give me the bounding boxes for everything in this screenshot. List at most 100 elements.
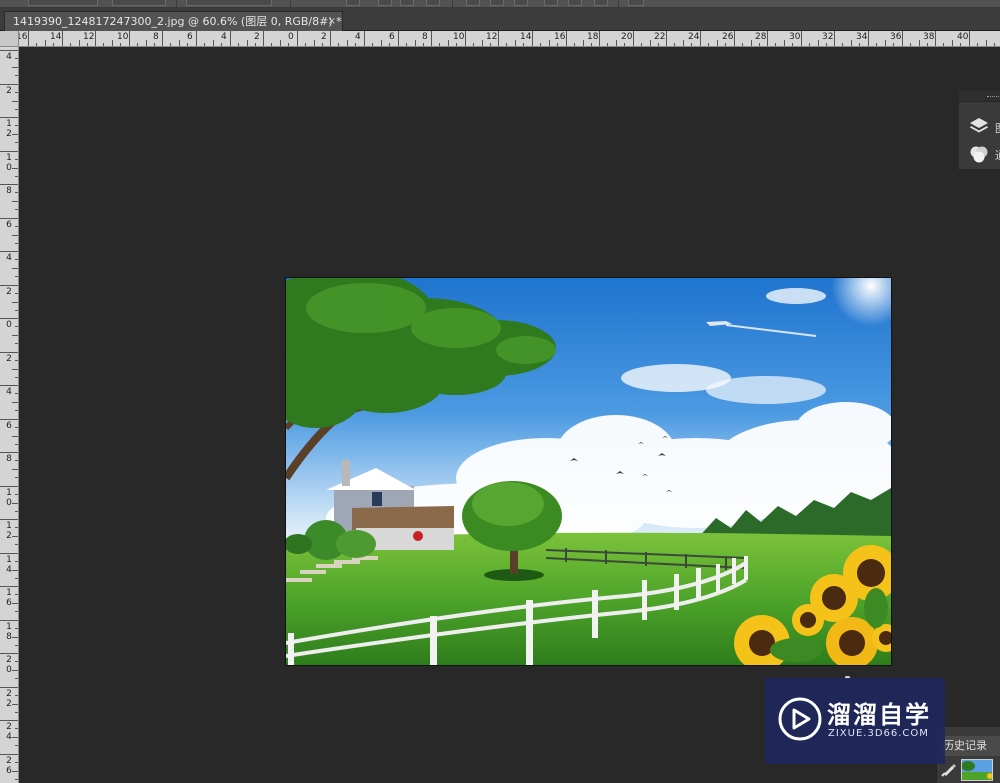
ruler-label: 0 bbox=[6, 320, 12, 330]
option-control[interactable] bbox=[28, 0, 98, 6]
ruler-minor-tick bbox=[674, 43, 675, 46]
ruler-minor-tick bbox=[15, 544, 18, 545]
ruler-minor-tick bbox=[624, 43, 625, 46]
ruler-minor-tick bbox=[775, 43, 776, 46]
distribute-button[interactable] bbox=[544, 0, 558, 6]
distribute-button[interactable] bbox=[568, 0, 582, 6]
ruler-minor-tick bbox=[977, 43, 978, 46]
ruler-minor-tick bbox=[255, 43, 256, 46]
ruler-tick bbox=[0, 285, 18, 286]
ruler-minor-tick bbox=[15, 259, 18, 260]
ruler-minor-tick bbox=[15, 645, 18, 646]
distribute-button[interactable] bbox=[466, 0, 480, 6]
distribute-button[interactable] bbox=[490, 0, 504, 6]
vertical-ruler[interactable]: 42121086420246810121416182022242628 bbox=[0, 47, 19, 783]
ruler-label: 1 bbox=[6, 521, 12, 531]
panel-grip[interactable] bbox=[959, 91, 1000, 102]
ruler-label: 4 bbox=[355, 32, 361, 42]
ruler-label: 30 bbox=[789, 32, 801, 42]
ruler-minor-tick bbox=[12, 168, 18, 169]
ruler-tick bbox=[398, 31, 399, 46]
distribute-button[interactable] bbox=[594, 0, 608, 6]
ruler-minor-tick bbox=[876, 43, 877, 46]
ruler-label: 4 bbox=[6, 253, 12, 263]
ruler-label: 2 bbox=[6, 756, 12, 766]
distribute-button[interactable] bbox=[514, 0, 528, 6]
ruler-label: 6 bbox=[6, 421, 12, 431]
ruler-label: 22 bbox=[654, 32, 666, 42]
document-tab[interactable]: 1419390_124817247300_2.jpg @ 60.6% (图层 0… bbox=[4, 11, 343, 31]
auto-align-button[interactable] bbox=[628, 0, 644, 6]
ruler-label: 2 bbox=[6, 722, 12, 732]
ruler-minor-tick bbox=[15, 176, 18, 177]
history-tab[interactable]: 历史记录 bbox=[937, 736, 1000, 756]
ruler-minor-tick bbox=[12, 268, 18, 269]
ruler-tick bbox=[767, 31, 768, 46]
ruler-minor-tick bbox=[12, 67, 18, 68]
align-button[interactable] bbox=[378, 0, 392, 6]
ruler-minor-tick bbox=[15, 511, 18, 512]
ruler-minor-tick bbox=[473, 43, 474, 46]
watermark-title: 溜溜自学 bbox=[827, 701, 931, 729]
ruler-tick bbox=[95, 31, 96, 46]
ruler-minor-tick bbox=[120, 43, 121, 46]
ruler-minor-tick bbox=[12, 101, 18, 102]
ruler-tick bbox=[0, 519, 18, 520]
ruler-label: 1 bbox=[6, 153, 12, 163]
align-button[interactable] bbox=[346, 0, 360, 6]
ruler-minor-tick bbox=[154, 43, 155, 46]
ruler-minor-tick bbox=[952, 40, 953, 46]
ruler-tick bbox=[0, 251, 18, 252]
ruler-minor-tick bbox=[15, 779, 18, 780]
ruler-minor-tick bbox=[12, 536, 18, 537]
ruler-minor-tick bbox=[15, 594, 18, 595]
ruler-minor-tick bbox=[919, 40, 920, 46]
option-control[interactable] bbox=[186, 0, 272, 6]
ruler-minor-tick bbox=[482, 40, 483, 46]
ruler-tick bbox=[0, 419, 18, 420]
ruler-label: 2 bbox=[6, 287, 12, 297]
ruler-minor-tick bbox=[591, 43, 592, 46]
ruler-minor-tick bbox=[15, 745, 18, 746]
ruler-minor-tick bbox=[179, 40, 180, 46]
ruler-label: 6 bbox=[389, 32, 395, 42]
ruler-label: 4 bbox=[6, 52, 12, 62]
ruler-minor-tick bbox=[338, 43, 339, 46]
ruler-tick bbox=[566, 31, 567, 46]
ruler-minor-tick bbox=[439, 43, 440, 46]
align-button[interactable] bbox=[400, 0, 414, 6]
close-icon[interactable]: × bbox=[328, 12, 336, 31]
ruler-minor-tick bbox=[943, 43, 944, 46]
ruler-minor-tick bbox=[389, 43, 390, 46]
channels-panel-button[interactable]: 通 bbox=[965, 142, 1000, 166]
ruler-minor-tick bbox=[15, 75, 18, 76]
align-button[interactable] bbox=[426, 0, 440, 6]
ruler-tick bbox=[0, 486, 18, 487]
canvas-image[interactable] bbox=[286, 278, 891, 665]
ruler-minor-tick bbox=[960, 43, 961, 46]
ruler-minor-tick bbox=[885, 40, 886, 46]
ruler-minor-tick bbox=[15, 125, 18, 126]
ruler-minor-tick bbox=[53, 43, 54, 46]
ruler-minor-tick bbox=[271, 43, 272, 46]
ruler-minor-tick bbox=[247, 40, 248, 46]
ruler-origin[interactable] bbox=[0, 31, 19, 47]
option-control[interactable] bbox=[112, 0, 166, 6]
ruler-tick bbox=[0, 218, 18, 219]
document-tab-bar: 1419390_124817247300_2.jpg @ 60.6% (图层 0… bbox=[0, 8, 1000, 31]
layers-panel-button[interactable]: 图 bbox=[965, 115, 1000, 139]
ruler-tick bbox=[902, 31, 903, 46]
ruler-minor-tick bbox=[691, 43, 692, 46]
ruler-minor-tick bbox=[12, 704, 18, 705]
ruler-label: 8 bbox=[6, 454, 12, 464]
ruler-minor-tick bbox=[15, 762, 18, 763]
ruler-minor-tick bbox=[650, 40, 651, 46]
ruler-minor-tick bbox=[15, 578, 18, 579]
ruler-minor-tick bbox=[12, 436, 18, 437]
horizontal-ruler[interactable]: 1614121086420246810121416182022242628303… bbox=[19, 31, 1000, 47]
ruler-tick bbox=[196, 31, 197, 46]
landscape-photo bbox=[286, 278, 891, 665]
ruler-label: 20 bbox=[621, 32, 633, 42]
history-snapshot-thumbnail[interactable] bbox=[961, 759, 993, 781]
ruler-tick bbox=[532, 31, 533, 46]
